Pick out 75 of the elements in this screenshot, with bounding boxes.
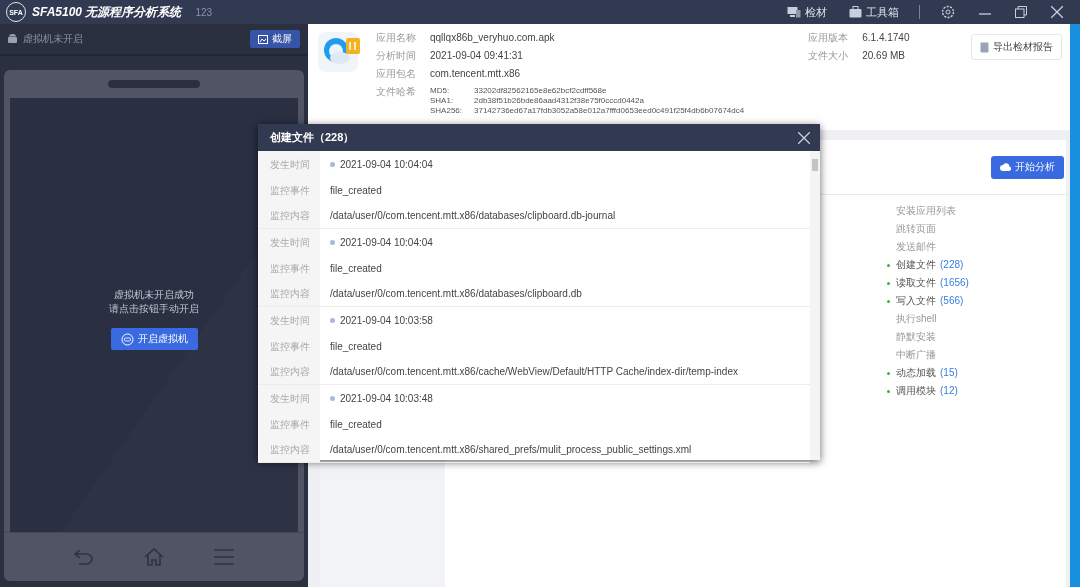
- field-value: com.tencent.mtt.x86: [430, 67, 521, 81]
- toolbox-icon: [849, 6, 862, 18]
- field-value: 6.1.4.1740: [862, 31, 910, 45]
- field-value: /data/user/0/com.tencent.mtt.x86/databases/clipboard.db-journal: [330, 210, 616, 221]
- field-value: 2021-09-04 10:03:48: [340, 393, 433, 404]
- scrollbar[interactable]: [810, 151, 820, 460]
- vm-message: 虚拟机未开启成功: [114, 288, 194, 302]
- version-label: 123: [195, 6, 213, 18]
- start-vm-button[interactable]: 开启虚拟机: [110, 328, 198, 350]
- field-value: /data/user/0/com.tencent.mtt.x86/shared_prefs/mulit_process_public_settings.xml: [330, 444, 692, 455]
- field-value: file_created: [330, 341, 382, 352]
- field-label: 监控事件: [258, 334, 320, 359]
- field-label: 发生时间: [258, 385, 320, 412]
- toolbox-button[interactable]: 工具箱: [841, 4, 907, 20]
- field-label: 应用名称: [376, 31, 416, 45]
- timeline-dot: [330, 240, 335, 245]
- app-icon: [318, 30, 362, 74]
- field-label: 监控内容: [258, 203, 320, 228]
- field-label: 监控内容: [258, 281, 320, 306]
- restore-icon[interactable]: [1015, 6, 1027, 18]
- field-value: /data/user/0/com.tencent.mtt.x86/cache/WebView/Default/HTTP Cache/index-dir/temp-index: [330, 366, 738, 377]
- cloud-icon: [1000, 162, 1011, 172]
- behavior-item[interactable]: 读取文件 (1656): [881, 274, 1066, 292]
- power-icon: [120, 332, 134, 346]
- android-icon: [8, 33, 17, 45]
- export-report-button[interactable]: 导出检材报告: [971, 34, 1062, 60]
- field-value: 2021-09-04 10:04:04: [340, 237, 433, 248]
- timeline-dot: [330, 162, 335, 167]
- timeline-dot: [330, 318, 335, 323]
- field-label: 文件哈希: [376, 85, 416, 99]
- field-label: 监控内容: [258, 359, 320, 384]
- field-value: 2021-09-04 09:41:31: [430, 49, 523, 63]
- field-value: 20.69 MB: [862, 49, 905, 63]
- settings-icon[interactable]: [941, 5, 955, 19]
- field-value: 2021-09-04 10:03:58: [340, 315, 433, 326]
- evidence-button[interactable]: 检材: [779, 4, 835, 20]
- field-label: 监控事件: [258, 412, 320, 437]
- field-label: 发生时间: [258, 229, 320, 256]
- hash-name: MD5:: [430, 86, 451, 96]
- behavior-item[interactable]: 动态加载 (15): [881, 364, 1066, 382]
- hash-name: SHA1:: [430, 96, 455, 106]
- app-title: SFA5100 无源程序分析系统: [32, 3, 182, 21]
- close-icon[interactable]: [1051, 6, 1063, 18]
- hash-value: 37142736ed67a17fdb3052a58e012a7fffd0653eed0c491f25f4db6b07674dc4: [474, 106, 745, 116]
- field-value: file_created: [330, 263, 382, 274]
- field-label: 分析时间: [376, 49, 416, 63]
- field-value: file_created: [330, 419, 382, 430]
- field-value: qqllqx86b_veryhuo.com.apk: [430, 31, 555, 45]
- field-value: /data/user/0/com.tencent.mtt.x86/databases/clipboard.db: [330, 288, 582, 299]
- field-label: 监控事件: [258, 256, 320, 281]
- document-icon: [980, 41, 989, 53]
- computer-icon: [787, 6, 801, 18]
- image-icon: [258, 34, 268, 44]
- field-label: 监控事件: [258, 178, 320, 203]
- field-value: file_created: [330, 185, 382, 196]
- field-label: 监控内容: [258, 437, 320, 462]
- field-label: 文件大小: [808, 49, 849, 63]
- vm-message: 请点击按钮手动开启: [109, 302, 199, 316]
- field-label: 发生时间: [258, 307, 320, 334]
- field-label: 发生时间: [258, 151, 320, 178]
- field-label: 应用包名: [376, 67, 416, 81]
- screenshot-button[interactable]: 截屏: [250, 30, 300, 48]
- dialog-title: 创建文件（228）: [270, 130, 355, 145]
- behavior-item[interactable]: 写入文件 (566): [881, 292, 1066, 310]
- start-analysis-button[interactable]: 开始分析: [991, 155, 1064, 179]
- field-value: 2021-09-04 10:04:04: [340, 159, 433, 170]
- hash-value: 33202df82562165e8e62bcf2cdff568e: [474, 86, 607, 96]
- hash-value: 2db38f51b26bde86aad4312f38e75f0cccd0442a: [474, 96, 644, 106]
- timeline-dot: [330, 396, 335, 401]
- hash-name: SHA256:: [430, 106, 464, 116]
- field-label: 应用版本: [808, 31, 849, 45]
- behavior-item[interactable]: 创建文件 (228): [881, 256, 1066, 274]
- close-icon[interactable]: [798, 131, 810, 144]
- vm-status: 虚拟机未开启: [23, 32, 83, 46]
- behavior-item[interactable]: 调用模块 (12): [881, 382, 1066, 400]
